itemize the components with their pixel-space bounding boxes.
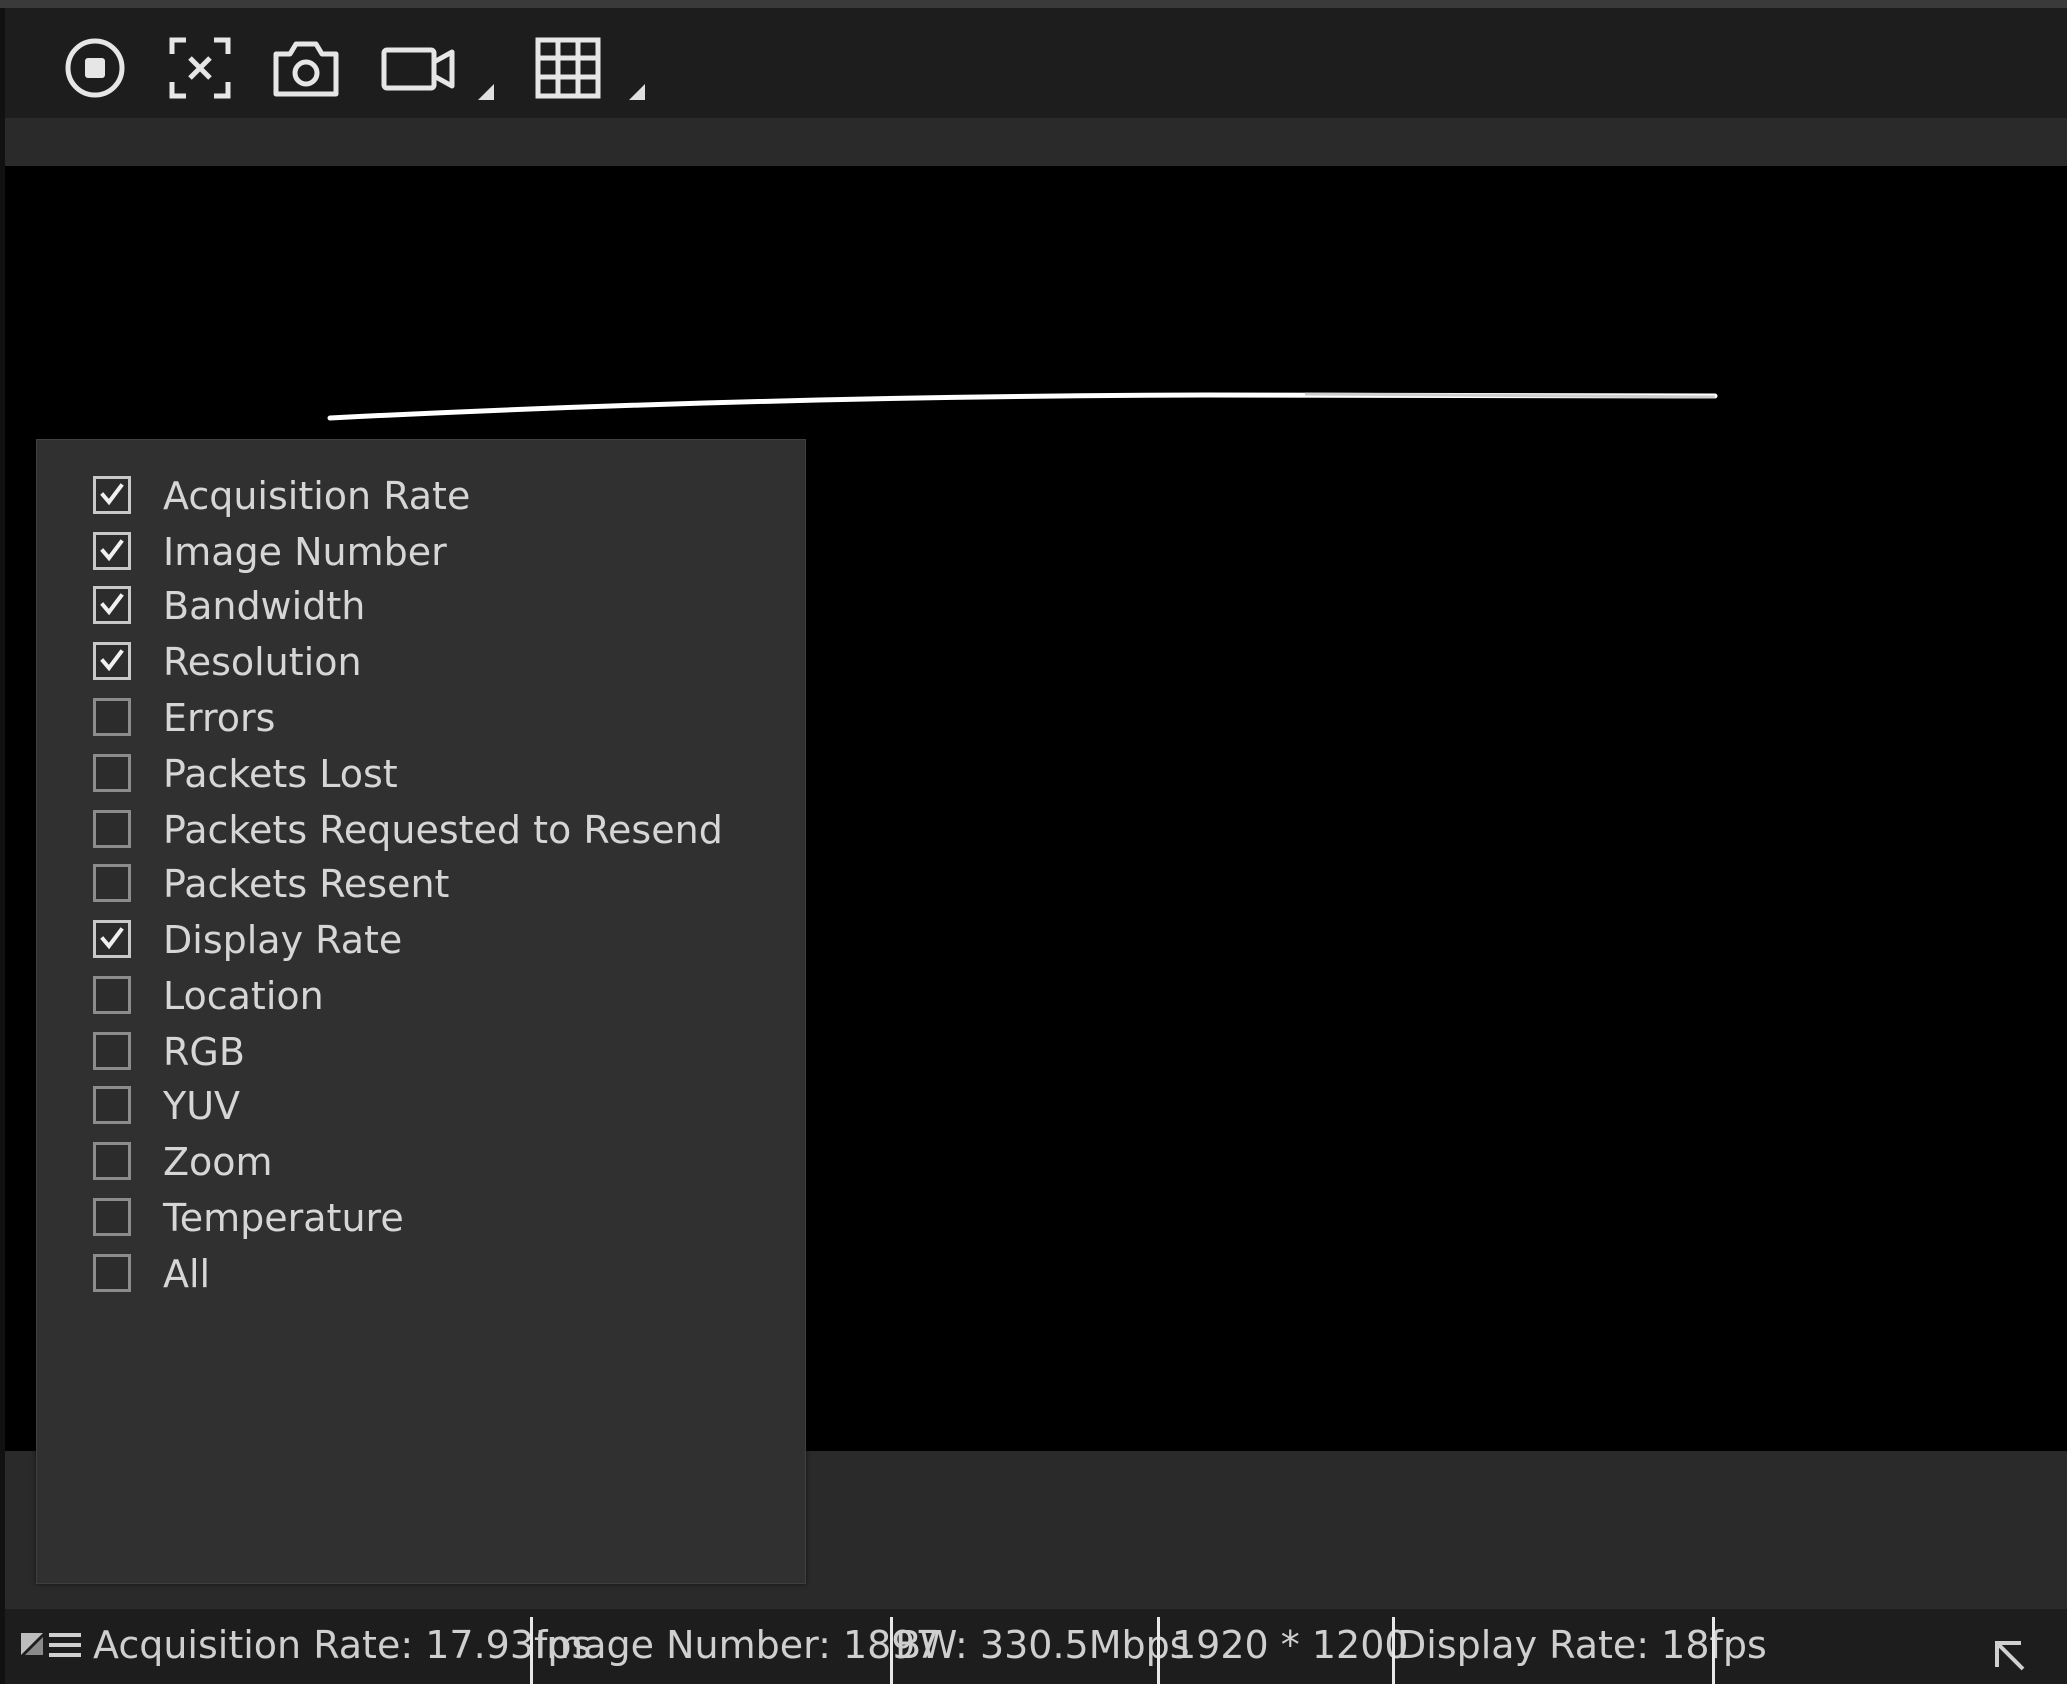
check-mark-icon bbox=[100, 927, 124, 950]
status-acquisition-rate: Acquisition Rate: 17.93fps bbox=[93, 1623, 592, 1667]
checkbox[interactable] bbox=[93, 976, 131, 1014]
menu-item-label: Packets Requested to Resend bbox=[163, 808, 723, 852]
checkbox[interactable] bbox=[93, 1142, 131, 1180]
menu-item-label: Bandwidth bbox=[163, 584, 366, 628]
status-bar: Acquisition Rate: 17.93fps Image Number:… bbox=[5, 1609, 2067, 1684]
grid-layout-icon[interactable] bbox=[530, 30, 606, 106]
toolbar bbox=[5, 8, 2067, 118]
menu-icon[interactable] bbox=[49, 1631, 81, 1659]
grid-dropdown-arrow-icon[interactable] bbox=[629, 84, 645, 100]
checkbox[interactable] bbox=[93, 754, 131, 792]
menu-item-label: Location bbox=[163, 974, 324, 1018]
checkbox[interactable] bbox=[93, 586, 131, 624]
menu-item-label: Errors bbox=[163, 696, 276, 740]
check-mark-icon bbox=[100, 649, 124, 672]
menu-item-label: RGB bbox=[163, 1030, 245, 1074]
check-mark-icon bbox=[100, 483, 124, 506]
window-top-edge bbox=[0, 0, 2067, 8]
menu-item-label: Acquisition Rate bbox=[163, 474, 471, 518]
status-divider bbox=[890, 1617, 893, 1684]
menu-item-label: Image Number bbox=[163, 530, 447, 574]
checkbox[interactable] bbox=[93, 864, 131, 902]
menu-item-label: All bbox=[163, 1252, 211, 1296]
resize-corner-icon[interactable] bbox=[19, 1631, 45, 1657]
fit-screen-icon[interactable] bbox=[162, 30, 238, 106]
overlay-info-menu: Acquisition Rate Image Number Bandwidth Res… bbox=[36, 439, 806, 1584]
checkbox[interactable] bbox=[93, 1254, 131, 1292]
status-bandwidth: BW: 330.5Mbps bbox=[895, 1623, 1190, 1667]
checkbox[interactable] bbox=[93, 810, 131, 848]
status-divider bbox=[1392, 1617, 1395, 1684]
checkbox[interactable] bbox=[93, 532, 131, 570]
stop-icon[interactable] bbox=[57, 30, 133, 106]
checkbox[interactable] bbox=[93, 920, 131, 958]
status-resolution: 1920 * 1200 bbox=[1172, 1623, 1409, 1667]
status-divider bbox=[1712, 1617, 1715, 1684]
menu-item-label: Display Rate bbox=[163, 918, 403, 962]
check-mark-icon bbox=[100, 593, 124, 616]
checkbox[interactable] bbox=[93, 698, 131, 736]
expand-arrow-icon[interactable] bbox=[1991, 1637, 2027, 1673]
sub-toolbar bbox=[5, 118, 2067, 166]
video-dropdown-arrow-icon[interactable] bbox=[478, 84, 494, 100]
camera-icon[interactable] bbox=[268, 30, 344, 106]
menu-item-label: Resolution bbox=[163, 640, 362, 684]
checkbox[interactable] bbox=[93, 642, 131, 680]
checkbox[interactable] bbox=[93, 476, 131, 514]
menu-item-label: Packets Lost bbox=[163, 752, 398, 796]
menu-item-label: Packets Resent bbox=[163, 862, 450, 906]
checkbox[interactable] bbox=[93, 1198, 131, 1236]
menu-item-label: Zoom bbox=[163, 1140, 273, 1184]
status-divider bbox=[530, 1617, 533, 1684]
video-record-icon[interactable] bbox=[380, 30, 456, 106]
menu-item-label: YUV bbox=[163, 1084, 241, 1128]
checkbox[interactable] bbox=[93, 1086, 131, 1124]
checkbox[interactable] bbox=[93, 1032, 131, 1070]
menu-item-all[interactable]: All bbox=[37, 1242, 805, 1308]
status-divider bbox=[1157, 1617, 1160, 1684]
status-image-number: Image Number: 1897 bbox=[535, 1623, 940, 1667]
check-mark-icon bbox=[100, 539, 124, 562]
menu-item-label: Temperature bbox=[163, 1196, 404, 1240]
